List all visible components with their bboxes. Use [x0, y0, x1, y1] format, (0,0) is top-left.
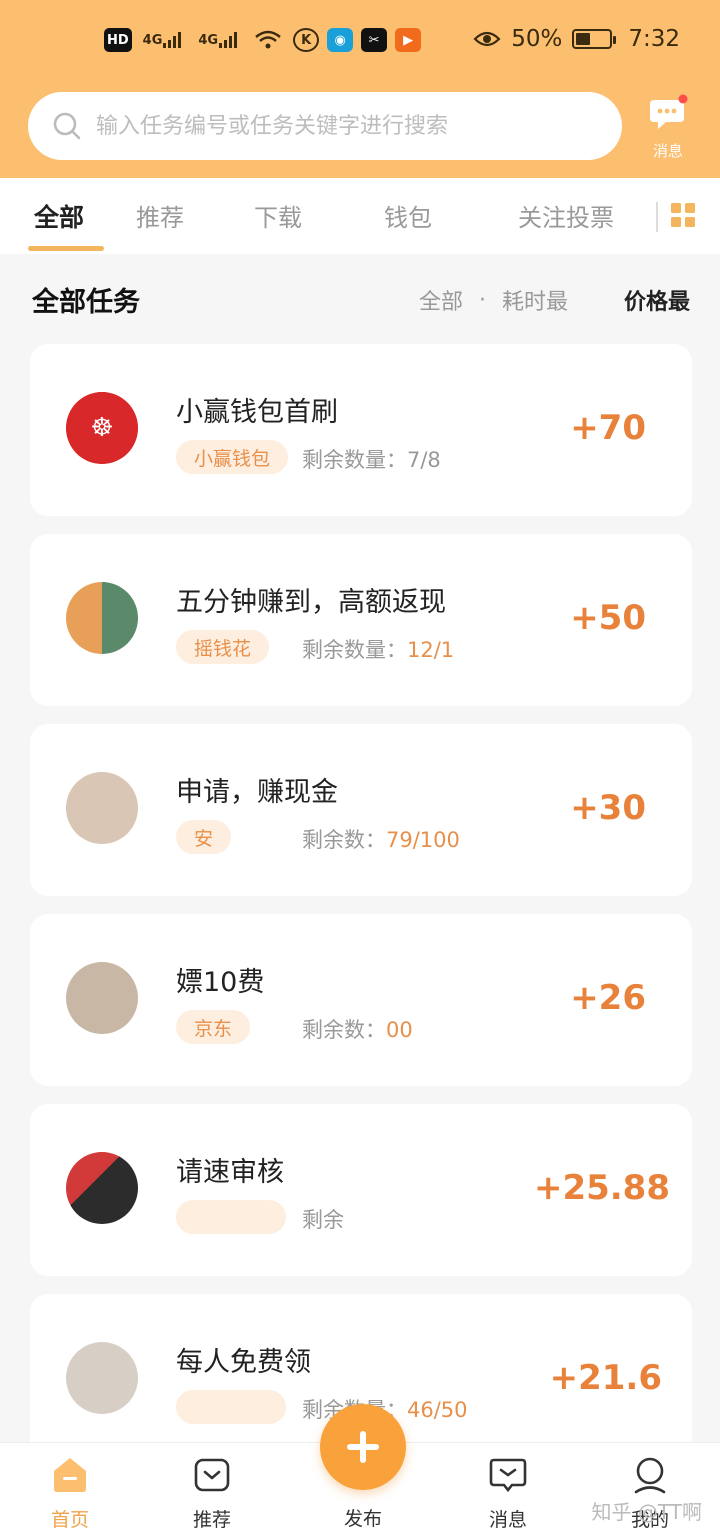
status-right: 50% 7:32: [473, 26, 680, 52]
task-price: +50: [570, 598, 646, 638]
battery-percent: 50%: [511, 26, 563, 52]
category-tabs: 全部 推荐 下载 钱包 关注投票: [0, 178, 720, 254]
nav-recommend[interactable]: 推荐: [172, 1455, 252, 1532]
eye-icon: [473, 31, 501, 47]
task-card[interactable]: 五分钟赚到，高额返现 摇钱花 剩余数量：12/1 +50: [30, 534, 692, 706]
search-bar[interactable]: [28, 92, 622, 160]
task-tag: 摇钱花: [176, 630, 270, 664]
k-app-icon: K: [293, 28, 320, 52]
plus-icon: [347, 1431, 379, 1463]
task-title: 五分钟赚到，高额返现: [176, 587, 446, 618]
avatar: [66, 1152, 138, 1224]
nav-recommend-label: 推荐: [192, 1509, 231, 1531]
sort-separator: ·: [478, 287, 486, 313]
task-card[interactable]: 嫖10费 京东 剩余数：00 +26: [30, 914, 692, 1086]
video-app-icon: ▶: [395, 28, 422, 52]
capcut-app-icon: ✂: [361, 28, 388, 52]
status-icons: HD 4G 4G K ◉ ✂ ▶: [104, 28, 422, 52]
task-price: +21.6: [549, 1358, 662, 1398]
task-remaining: 剩余数：00: [302, 1018, 413, 1042]
task-price: +26: [570, 978, 646, 1018]
tab-all[interactable]: 全部: [34, 198, 84, 234]
sort-price[interactable]: 价格最: [624, 284, 690, 316]
search-input[interactable]: [96, 113, 576, 139]
task-card[interactable]: 申请，赚现金 安 剩余数：79/100 +30: [30, 724, 692, 896]
nav-messages[interactable]: 消息: [468, 1455, 548, 1532]
task-card[interactable]: 请速审核 剩余 +25.88: [30, 1104, 692, 1276]
task-remaining: 剩余数量：12/1: [302, 638, 455, 662]
avatar: [66, 772, 138, 844]
tab-follow-vote[interactable]: 关注投票: [518, 198, 614, 233]
task-title: 嫖10费: [176, 967, 265, 998]
task-tag: 京东: [176, 1010, 251, 1044]
tab-wallet[interactable]: 钱包: [384, 198, 432, 233]
tab-download[interactable]: 下载: [254, 198, 302, 233]
svg-text:☸: ☸: [90, 413, 113, 443]
chat-bubble-icon: [650, 94, 688, 129]
search-icon: [53, 112, 81, 140]
task-price: +30: [570, 788, 646, 828]
tab-divider: [656, 202, 658, 232]
task-price: +70: [570, 408, 646, 448]
task-tag: [176, 1390, 286, 1424]
home-icon: [54, 1458, 86, 1492]
status-bar: HD 4G 4G K ◉ ✂ ▶ 50% 7:32: [0, 22, 720, 64]
task-title: 小赢钱包首刷: [176, 397, 338, 428]
task-remaining: 剩余数：79/100: [302, 828, 460, 852]
avatar: [66, 962, 138, 1034]
browser-app-icon: ◉: [327, 28, 354, 52]
task-title: 请速审核: [176, 1157, 284, 1188]
battery-icon: [572, 29, 617, 49]
task-remaining: 剩余数量：7/8: [302, 448, 441, 472]
publish-label: 发布: [343, 1508, 382, 1530]
task-price: +25.88: [533, 1168, 670, 1208]
app-header: HD 4G 4G K ◉ ✂ ▶ 50% 7:32 输入任务编号或任务关键字进行…: [0, 0, 720, 178]
avatar: [66, 1342, 138, 1414]
recommend-icon: [194, 1458, 230, 1492]
task-title: 每人免费领: [176, 1347, 311, 1378]
nav-home-label: 首页: [50, 1509, 89, 1531]
task-card[interactable]: ☸ 小赢钱包首刷 小赢钱包 剩余数量：7/8 +70: [30, 344, 692, 516]
task-tag: 安: [176, 820, 232, 854]
wifi-icon: [251, 28, 285, 52]
profile-icon: [634, 1457, 666, 1494]
nav-messages-label: 消息: [488, 1509, 527, 1531]
task-title: 申请，赚现金: [176, 777, 338, 808]
avatar: ☸: [66, 392, 138, 464]
hd-icon: HD: [104, 28, 132, 52]
signal-4g-icon-2: 4G: [195, 28, 243, 52]
publish-button[interactable]: [320, 1404, 406, 1490]
grid-menu-icon[interactable]: [670, 202, 696, 228]
section-title: 全部任务: [32, 287, 140, 318]
message-icon: [489, 1458, 527, 1493]
sort-bar: 全部 · 耗时最 价格最: [419, 284, 690, 316]
task-tag: 小赢钱包: [176, 440, 289, 474]
avatar: [66, 582, 138, 654]
task-remaining: 剩余: [302, 1208, 344, 1232]
watermark: 知乎 @TT啊: [591, 1500, 702, 1524]
signal-4g-icon: 4G: [140, 28, 188, 52]
header-message-button[interactable]: 消息: [642, 94, 694, 166]
nav-home[interactable]: 首页: [30, 1455, 110, 1532]
task-tag: [176, 1200, 286, 1234]
clock: 7:32: [628, 26, 680, 52]
active-tab-indicator: [28, 246, 104, 251]
tab-recommend[interactable]: 推荐: [136, 198, 184, 233]
sort-time[interactable]: 耗时最: [502, 284, 568, 316]
header-message-label: 消息: [652, 142, 683, 160]
sort-all[interactable]: 全部: [419, 284, 463, 316]
